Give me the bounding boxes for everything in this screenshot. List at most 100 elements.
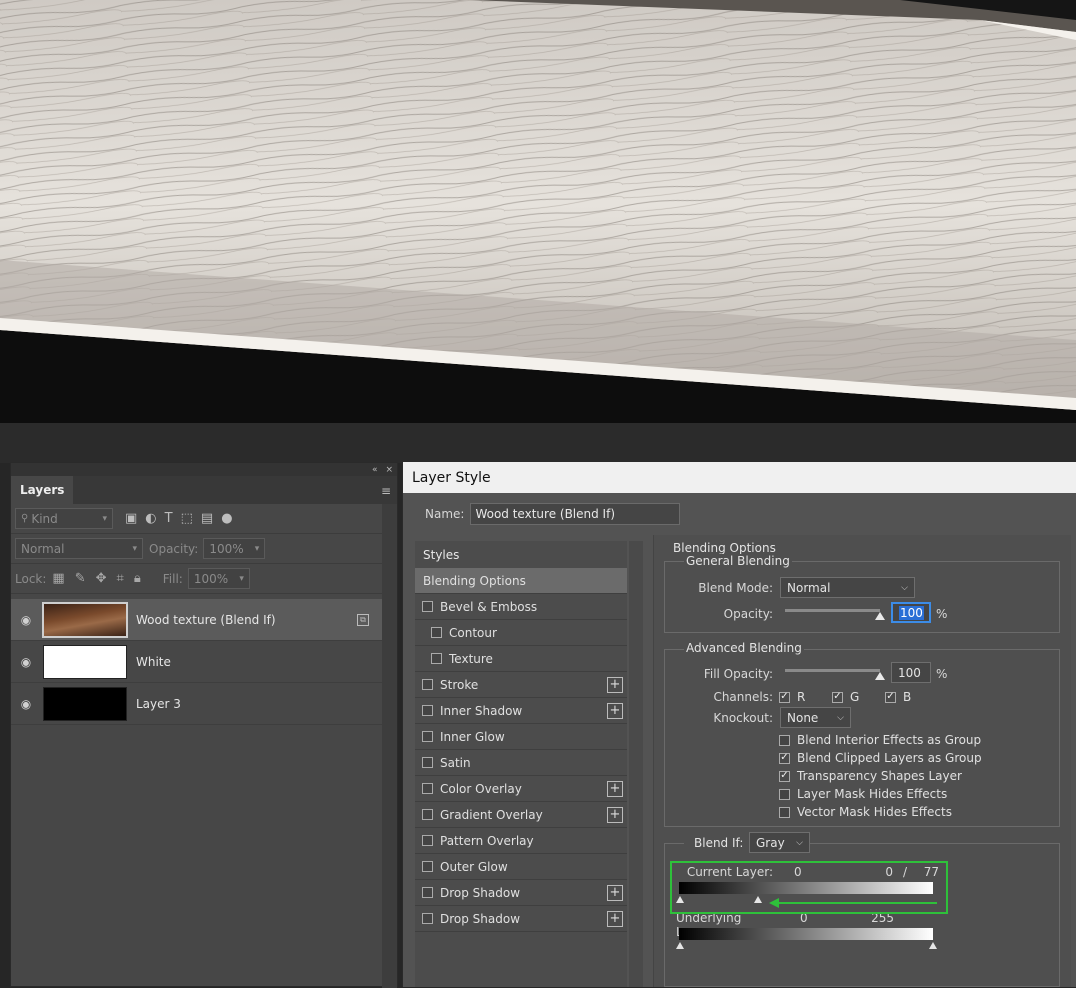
pixel-filter-icon[interactable]: ▣ bbox=[125, 511, 137, 526]
add-effect-plus-icon[interactable]: + bbox=[607, 781, 623, 797]
add-effect-plus-icon[interactable]: + bbox=[607, 911, 623, 927]
collapse-icon[interactable]: « bbox=[372, 465, 378, 475]
checkbox-icon[interactable] bbox=[422, 757, 433, 768]
lock-icons: ▦ ✎ ✥ ⌗ 🔒︎ bbox=[52, 571, 140, 586]
tab-layers[interactable]: Layers bbox=[11, 476, 74, 504]
add-effect-plus-icon[interactable]: + bbox=[607, 703, 623, 719]
add-effect-plus-icon[interactable]: + bbox=[607, 807, 623, 823]
checkbox-icon[interactable] bbox=[422, 835, 433, 846]
style-item[interactable]: Bevel & Emboss bbox=[415, 594, 627, 620]
chevron-down-icon: ⌵ bbox=[837, 712, 844, 723]
style-item[interactable]: Drop Shadow + bbox=[415, 880, 627, 906]
checkbox-icon[interactable] bbox=[422, 861, 433, 872]
checkbox-icon[interactable] bbox=[431, 653, 442, 664]
close-icon[interactable]: × bbox=[385, 465, 393, 475]
layer-row[interactable]: ◉ Layer 3 bbox=[11, 683, 383, 725]
advanced-option-checkbox[interactable]: Blend Interior Effects as Group bbox=[779, 733, 981, 747]
adjustment-filter-icon[interactable]: ◐ bbox=[145, 511, 156, 526]
opacity-field[interactable]: 100% ▾ bbox=[203, 538, 266, 559]
document-canvas[interactable] bbox=[0, 0, 1076, 423]
style-item[interactable]: Contour bbox=[415, 620, 627, 646]
style-item[interactable]: Color Overlay + bbox=[415, 776, 627, 802]
checkbox-icon[interactable] bbox=[422, 887, 433, 898]
style-item[interactable]: Stroke + bbox=[415, 672, 627, 698]
search-icon: ⚲ bbox=[21, 513, 29, 524]
fill-opacity-slider-thumb[interactable] bbox=[875, 672, 885, 680]
style-item-label: Outer Glow bbox=[440, 859, 508, 874]
fill-opacity-slider[interactable] bbox=[785, 669, 880, 672]
underlying-layer-white-slider[interactable] bbox=[929, 942, 937, 949]
layer-row[interactable]: ◉ Wood texture (Blend If) ⧉ bbox=[11, 599, 383, 641]
add-effect-plus-icon[interactable]: + bbox=[607, 885, 623, 901]
checkbox-icon[interactable] bbox=[422, 731, 433, 742]
type-filter-icon[interactable]: T bbox=[165, 511, 173, 526]
style-item[interactable]: Drop Shadow + bbox=[415, 906, 627, 932]
lock-transparent-icon[interactable]: ▦ bbox=[52, 571, 64, 586]
lock-row: Lock: ▦ ✎ ✥ ⌗ 🔒︎ Fill: 100% ▾ bbox=[11, 564, 397, 594]
fill-label: Fill: bbox=[162, 571, 183, 586]
style-item[interactable]: Satin bbox=[415, 750, 627, 776]
layer-name-input[interactable]: Wood texture (Blend If) bbox=[470, 503, 681, 525]
knockout-dropdown[interactable]: None ⌵ bbox=[780, 707, 851, 728]
opacity-input[interactable]: 100 bbox=[891, 602, 931, 623]
advanced-option-label: Transparency Shapes Layer bbox=[797, 769, 962, 783]
checkbox-icon[interactable] bbox=[431, 627, 442, 638]
style-item[interactable]: Gradient Overlay + bbox=[415, 802, 627, 828]
style-item[interactable]: Texture bbox=[415, 646, 627, 672]
checkbox-icon[interactable] bbox=[422, 679, 433, 690]
checkbox-icon[interactable] bbox=[422, 601, 433, 612]
advanced-option-checkbox[interactable]: ✓ Blend Clipped Layers as Group bbox=[779, 751, 982, 765]
checkbox-icon[interactable] bbox=[422, 705, 433, 716]
blend-mode-value: Normal bbox=[787, 580, 831, 595]
add-effect-plus-icon[interactable]: + bbox=[607, 677, 623, 693]
lock-artboard-icon[interactable]: ⌗ bbox=[117, 571, 124, 586]
style-item[interactable]: Outer Glow bbox=[415, 854, 627, 880]
style-item[interactable]: Inner Glow bbox=[415, 724, 627, 750]
advanced-option-checkbox[interactable]: Layer Mask Hides Effects bbox=[779, 787, 947, 801]
opacity-label: Opacity: bbox=[149, 541, 199, 556]
fill-opacity-input[interactable]: 100 bbox=[891, 662, 931, 683]
style-item[interactable]: Inner Shadow + bbox=[415, 698, 627, 724]
filter-icons: ▣ ◐ T ⬚ ▤ ● bbox=[125, 511, 233, 526]
channel-r-checkbox[interactable]: ✓ R bbox=[779, 690, 805, 704]
blend-if-channel-value: Gray bbox=[756, 835, 785, 850]
channel-b-checkbox[interactable]: ✓ B bbox=[885, 690, 911, 704]
blend-mode-dropdown[interactable]: Normal ⌵ bbox=[780, 577, 915, 598]
checkbox-icon bbox=[779, 806, 790, 818]
panel-menu-icon[interactable]: ≡ bbox=[381, 484, 397, 504]
shape-filter-icon[interactable]: ⬚ bbox=[181, 511, 193, 526]
checkbox-icon[interactable] bbox=[422, 913, 433, 924]
checkbox-icon[interactable] bbox=[422, 809, 433, 820]
lock-all-icon[interactable]: 🔒︎ bbox=[134, 571, 141, 586]
layer-row[interactable]: ◉ White bbox=[11, 641, 383, 683]
styles-header[interactable]: Styles bbox=[415, 541, 627, 568]
opacity-slider-thumb[interactable] bbox=[875, 612, 885, 620]
smart-object-filter-icon[interactable]: ▤ bbox=[201, 511, 213, 526]
opacity-label: Opacity: bbox=[723, 607, 773, 621]
filter-kind-select[interactable]: ⚲ Kind ▾ bbox=[15, 508, 113, 529]
channel-g-checkbox[interactable]: ✓ G bbox=[832, 690, 859, 704]
lock-pixels-icon[interactable]: ✎ bbox=[75, 571, 86, 586]
lock-position-icon[interactable]: ✥ bbox=[96, 571, 107, 586]
blend-if-channel-dropdown[interactable]: Gray ⌵ bbox=[749, 832, 810, 853]
visibility-eye-icon[interactable]: ◉ bbox=[11, 697, 41, 711]
checkbox-icon[interactable] bbox=[422, 783, 433, 794]
style-item-label: Drop Shadow bbox=[440, 885, 521, 900]
style-item[interactable]: Pattern Overlay bbox=[415, 828, 627, 854]
advanced-option-checkbox[interactable]: ✓ Transparency Shapes Layer bbox=[779, 769, 962, 783]
visibility-eye-icon[interactable]: ◉ bbox=[11, 613, 41, 627]
fill-value: 100% bbox=[193, 571, 229, 586]
blend-mode-select[interactable]: Normal ▾ bbox=[15, 538, 143, 559]
advanced-option-checkbox[interactable]: Vector Mask Hides Effects bbox=[779, 805, 952, 819]
opacity-slider[interactable] bbox=[785, 609, 880, 612]
advanced-blending-title: Advanced Blending bbox=[684, 641, 804, 655]
visibility-eye-icon[interactable]: ◉ bbox=[11, 655, 41, 669]
style-item-label: Blending Options bbox=[423, 573, 526, 588]
underlying-layer-black-slider[interactable] bbox=[676, 942, 684, 949]
knockout-value: None bbox=[787, 710, 819, 725]
filter-toggle-icon[interactable]: ● bbox=[221, 511, 232, 526]
styles-scrollbar[interactable] bbox=[629, 541, 643, 987]
fill-field[interactable]: 100% ▾ bbox=[187, 568, 250, 589]
style-item[interactable]: Blending Options bbox=[415, 568, 627, 594]
layers-scrollbar[interactable] bbox=[382, 504, 397, 988]
